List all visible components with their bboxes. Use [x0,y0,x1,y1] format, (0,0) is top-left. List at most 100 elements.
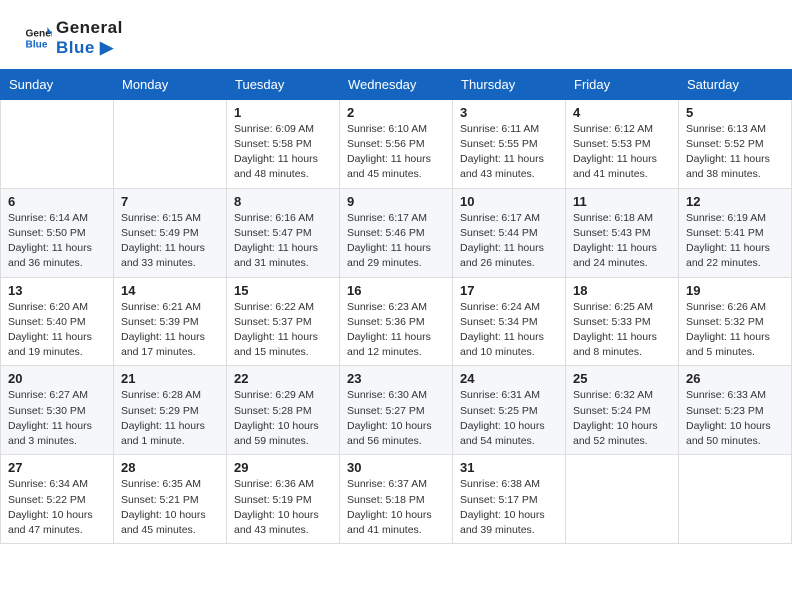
calendar-cell: 8 Sunrise: 6:16 AM Sunset: 5:47 PM Daylig… [227,188,340,277]
day-info: Sunrise: 6:17 AM Sunset: 5:46 PM Dayligh… [347,211,445,272]
logo-blue: Blue ▶ [56,38,123,58]
calendar-cell: 30 Sunrise: 6:37 AM Sunset: 5:18 PM Dayli… [340,455,453,544]
day-number: 25 [573,371,671,386]
calendar-cell: 22 Sunrise: 6:29 AM Sunset: 5:28 PM Dayli… [227,366,340,455]
svg-text:Blue: Blue [26,40,48,51]
day-number: 27 [8,460,106,475]
logo-icon: General Blue [24,24,52,52]
day-number: 11 [573,194,671,209]
day-number: 19 [686,283,784,298]
day-info: Sunrise: 6:09 AM Sunset: 5:58 PM Dayligh… [234,122,332,183]
calendar-week-5: 27 Sunrise: 6:34 AM Sunset: 5:22 PM Dayli… [1,455,792,544]
calendar-cell: 17 Sunrise: 6:24 AM Sunset: 5:34 PM Dayli… [453,277,566,366]
day-number: 2 [347,105,445,120]
calendar-cell: 4Sunrise: 6:12 AM Sunset: 5:53 PM Daylig… [566,99,679,188]
day-info: Sunrise: 6:14 AM Sunset: 5:50 PM Dayligh… [8,211,106,272]
logo: General Blue General Blue ▶ [24,18,123,59]
calendar-week-4: 20 Sunrise: 6:27 AM Sunset: 5:30 PM Dayli… [1,366,792,455]
day-info: Sunrise: 6:30 AM Sunset: 5:27 PM Dayligh… [347,388,445,449]
calendar-cell: 31 Sunrise: 6:38 AM Sunset: 5:17 PM Dayli… [453,455,566,544]
day-number: 18 [573,283,671,298]
day-info: Sunrise: 6:34 AM Sunset: 5:22 PM Dayligh… [8,477,106,538]
day-info: Sunrise: 6:29 AM Sunset: 5:28 PM Dayligh… [234,388,332,449]
calendar-cell [679,455,792,544]
calendar-cell: 26 Sunrise: 6:33 AM Sunset: 5:23 PM Dayli… [679,366,792,455]
day-number: 24 [460,371,558,386]
day-number: 14 [121,283,219,298]
day-info: Sunrise: 6:35 AM Sunset: 5:21 PM Dayligh… [121,477,219,538]
day-number: 12 [686,194,784,209]
day-number: 17 [460,283,558,298]
calendar-cell: 12 Sunrise: 6:19 AM Sunset: 5:41 PM Dayli… [679,188,792,277]
day-info: Sunrise: 6:16 AM Sunset: 5:47 PM Dayligh… [234,211,332,272]
weekday-header-tuesday: Tuesday [227,69,340,99]
day-info: Sunrise: 6:13 AM Sunset: 5:52 PM Dayligh… [686,122,784,183]
calendar-cell: 14Sunrise: 6:21 AM Sunset: 5:39 PM Dayli… [114,277,227,366]
weekday-header-thursday: Thursday [453,69,566,99]
calendar-cell: 24 Sunrise: 6:31 AM Sunset: 5:25 PM Dayli… [453,366,566,455]
day-number: 22 [234,371,332,386]
day-number: 3 [460,105,558,120]
day-number: 16 [347,283,445,298]
day-number: 8 [234,194,332,209]
calendar-cell: 20 Sunrise: 6:27 AM Sunset: 5:30 PM Dayli… [1,366,114,455]
day-number: 21 [121,371,219,386]
day-number: 23 [347,371,445,386]
calendar-cell: 28Sunrise: 6:35 AM Sunset: 5:21 PM Dayli… [114,455,227,544]
day-info: Sunrise: 6:23 AM Sunset: 5:36 PM Dayligh… [347,300,445,361]
calendar-cell: 5Sunrise: 6:13 AM Sunset: 5:52 PM Daylig… [679,99,792,188]
calendar-table: SundayMondayTuesdayWednesdayThursdayFrid… [0,69,792,544]
day-info: Sunrise: 6:28 AM Sunset: 5:29 PM Dayligh… [121,388,219,449]
weekday-header-saturday: Saturday [679,69,792,99]
calendar-cell [1,99,114,188]
day-info: Sunrise: 6:17 AM Sunset: 5:44 PM Dayligh… [460,211,558,272]
calendar-cell: 27 Sunrise: 6:34 AM Sunset: 5:22 PM Dayli… [1,455,114,544]
day-info: Sunrise: 6:37 AM Sunset: 5:18 PM Dayligh… [347,477,445,538]
calendar-cell: 11 Sunrise: 6:18 AM Sunset: 5:43 PM Dayli… [566,188,679,277]
day-info: Sunrise: 6:26 AM Sunset: 5:32 PM Dayligh… [686,300,784,361]
day-number: 9 [347,194,445,209]
calendar-week-3: 13Sunrise: 6:20 AM Sunset: 5:40 PM Dayli… [1,277,792,366]
calendar-cell [566,455,679,544]
calendar-cell: 10 Sunrise: 6:17 AM Sunset: 5:44 PM Dayli… [453,188,566,277]
day-number: 29 [234,460,332,475]
weekday-header-wednesday: Wednesday [340,69,453,99]
day-number: 6 [8,194,106,209]
page-header: General Blue General Blue ▶ [0,0,792,69]
calendar-cell [114,99,227,188]
day-number: 20 [8,371,106,386]
calendar-cell: 7Sunrise: 6:15 AM Sunset: 5:49 PM Daylig… [114,188,227,277]
calendar-cell: 23 Sunrise: 6:30 AM Sunset: 5:27 PM Dayli… [340,366,453,455]
calendar-cell: 1Sunrise: 6:09 AM Sunset: 5:58 PM Daylig… [227,99,340,188]
day-info: Sunrise: 6:18 AM Sunset: 5:43 PM Dayligh… [573,211,671,272]
calendar-cell: 19 Sunrise: 6:26 AM Sunset: 5:32 PM Dayli… [679,277,792,366]
calendar-week-2: 6 Sunrise: 6:14 AM Sunset: 5:50 PM Daylig… [1,188,792,277]
day-number: 15 [234,283,332,298]
calendar-cell: 16 Sunrise: 6:23 AM Sunset: 5:36 PM Dayli… [340,277,453,366]
day-number: 30 [347,460,445,475]
day-info: Sunrise: 6:24 AM Sunset: 5:34 PM Dayligh… [460,300,558,361]
day-info: Sunrise: 6:32 AM Sunset: 5:24 PM Dayligh… [573,388,671,449]
day-info: Sunrise: 6:19 AM Sunset: 5:41 PM Dayligh… [686,211,784,272]
day-info: Sunrise: 6:38 AM Sunset: 5:17 PM Dayligh… [460,477,558,538]
logo-general: General [56,18,123,38]
calendar-cell: 13Sunrise: 6:20 AM Sunset: 5:40 PM Dayli… [1,277,114,366]
day-info: Sunrise: 6:27 AM Sunset: 5:30 PM Dayligh… [8,388,106,449]
day-number: 26 [686,371,784,386]
day-info: Sunrise: 6:22 AM Sunset: 5:37 PM Dayligh… [234,300,332,361]
day-number: 31 [460,460,558,475]
day-info: Sunrise: 6:31 AM Sunset: 5:25 PM Dayligh… [460,388,558,449]
calendar-cell: 9 Sunrise: 6:17 AM Sunset: 5:46 PM Daylig… [340,188,453,277]
calendar-cell: 29Sunrise: 6:36 AM Sunset: 5:19 PM Dayli… [227,455,340,544]
calendar-week-1: 1Sunrise: 6:09 AM Sunset: 5:58 PM Daylig… [1,99,792,188]
calendar-cell: 6 Sunrise: 6:14 AM Sunset: 5:50 PM Daylig… [1,188,114,277]
day-number: 10 [460,194,558,209]
weekday-header-monday: Monday [114,69,227,99]
day-info: Sunrise: 6:33 AM Sunset: 5:23 PM Dayligh… [686,388,784,449]
day-info: Sunrise: 6:20 AM Sunset: 5:40 PM Dayligh… [8,300,106,361]
day-info: Sunrise: 6:10 AM Sunset: 5:56 PM Dayligh… [347,122,445,183]
calendar-cell: 21 Sunrise: 6:28 AM Sunset: 5:29 PM Dayli… [114,366,227,455]
weekday-header-row: SundayMondayTuesdayWednesdayThursdayFrid… [1,69,792,99]
day-number: 4 [573,105,671,120]
day-number: 7 [121,194,219,209]
